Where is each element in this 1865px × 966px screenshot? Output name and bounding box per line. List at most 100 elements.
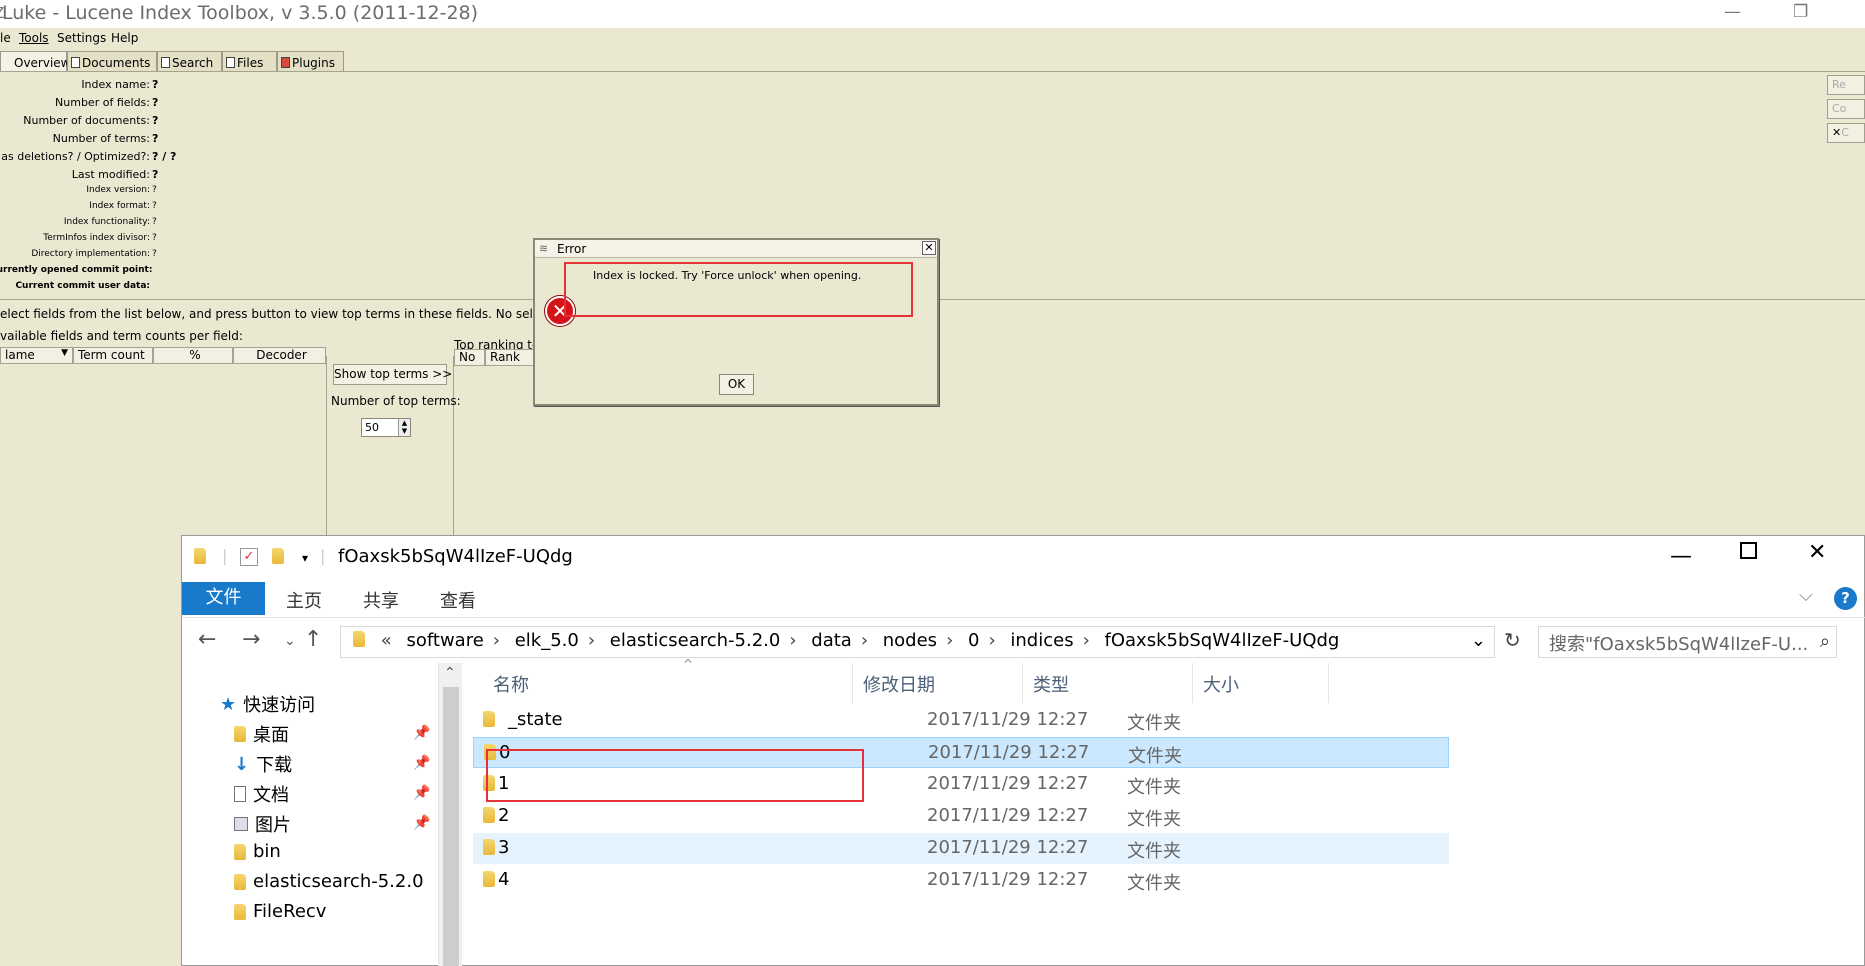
chevron-right-icon[interactable]: › [946,630,953,651]
minimize-button[interactable]: — [1670,544,1692,569]
tab-files[interactable]: Files [222,51,277,71]
chevron-right-icon[interactable]: › [1083,630,1090,651]
menu-settings[interactable]: Settings [57,31,106,45]
breadcrumb-item[interactable]: fOaxsk5bSqW4lIzeF-UQdg [1105,630,1340,651]
pin-icon[interactable]: 📌 [413,785,430,801]
ribbon-tab-file[interactable]: 文件 [182,582,265,615]
file-row[interactable]: 3 2017/11/29 12:27 文件夹 [473,833,1449,864]
nav-item-label: elasticsearch-5.2.0 [253,871,424,892]
column-size[interactable]: 大小 [1193,663,1329,703]
forward-button[interactable]: → [242,627,260,652]
files-icon [226,57,235,68]
folder-icon [483,871,495,892]
file-row[interactable]: _state 2017/11/29 12:27 文件夹 [473,705,1449,736]
commit-button[interactable]: Co [1827,99,1865,119]
menu-tools[interactable]: Tools [19,31,49,45]
maximize-button[interactable] [1740,542,1757,559]
breadcrumb-item[interactable]: elasticsearch-5.2.0 [610,630,781,651]
menu-help[interactable]: Help [111,31,138,45]
ok-button[interactable]: OK [719,374,754,395]
chevron-right-icon[interactable]: › [493,630,500,651]
chevron-right-icon[interactable]: › [861,630,868,651]
num-top-terms-spinner[interactable]: 50 ▲ ▼ [361,418,411,437]
nav-desktop[interactable]: 桌面 [234,721,289,747]
chevron-right-icon[interactable]: › [789,630,796,651]
close-button[interactable]: ✕ [1808,540,1826,565]
column-term-count[interactable]: Term count [73,347,153,364]
close-icon[interactable]: ✕ [922,241,936,255]
search-icon[interactable]: ⌕ [1820,631,1830,652]
menu-file[interactable]: le [0,31,11,45]
ribbon-tab-share[interactable]: 共享 [363,587,399,613]
info-row-commit-point: Currently opened commit point: [0,265,200,279]
ribbon-expand-icon[interactable]: ⌵ [1799,585,1813,606]
scroll-up-icon[interactable]: ⌃ [444,665,456,681]
column-name[interactable]: lame ▼ [0,347,73,364]
breadcrumb-item[interactable]: indices [1010,630,1073,651]
ribbon-tab-view[interactable]: 查看 [440,587,476,613]
show-top-terms-button[interactable]: Show top terms >> [333,364,452,385]
help-icon[interactable]: ? [1834,587,1857,610]
scroll-thumb[interactable] [443,687,459,966]
nav-bin[interactable]: bin [234,841,281,862]
column-no[interactable]: No [454,349,485,366]
breadcrumb-overflow[interactable]: « [381,630,392,651]
column-decoder[interactable]: Decoder [233,347,326,364]
folder-icon [483,807,495,828]
column-date-modified[interactable]: 修改日期 [853,663,1023,703]
info-label: Index name: [81,78,150,91]
nav-elasticsearch[interactable]: elasticsearch-5.2.0 [234,871,424,892]
chevron-right-icon[interactable]: › [988,630,995,651]
nav-filerecv[interactable]: FileRecv [234,901,326,922]
reopen-button[interactable]: Re [1827,75,1865,95]
column-name[interactable]: 名称 [483,663,853,703]
tab-documents[interactable]: Documents [67,51,157,71]
column-percent[interactable]: % [153,347,233,364]
nav-quick-access[interactable]: ★ 快速访问 [220,691,315,717]
refresh-icon[interactable]: ↻ [1504,628,1521,652]
desktop-icon [234,726,246,742]
column-percent-label: % [189,348,201,362]
file-date: 2017/11/29 12:27 [928,742,1090,763]
breadcrumb-item[interactable]: software [406,630,483,651]
folder-icon [483,711,495,732]
up-button[interactable]: ↑ [304,627,322,652]
pin-icon[interactable]: 📌 [413,815,430,831]
recent-locations-icon[interactable]: ⌄ [284,633,296,649]
chevron-down-icon[interactable]: ⌄ [1471,630,1486,651]
chevron-right-icon[interactable]: › [588,630,595,651]
breadcrumb-item[interactable]: 0 [968,630,979,651]
column-type-label: 类型 [1033,675,1069,696]
breadcrumb-item[interactable]: nodes [883,630,937,651]
file-row[interactable]: 2 2017/11/29 12:27 文件夹 [473,801,1449,832]
pictures-icon [234,817,248,831]
tab-overview[interactable]: Overview [0,51,71,72]
breadcrumb-item[interactable]: elk_5.0 [515,630,579,651]
tab-overview-label: Overview [14,56,71,70]
tab-search[interactable]: Search [157,51,222,71]
file-row[interactable]: 4 2017/11/29 12:27 文件夹 [473,865,1449,896]
breadcrumb-item[interactable]: data [811,630,852,651]
nav-scrollbar[interactable]: ⌃ [438,663,462,966]
close-index-button[interactable]: ✕C [1827,123,1865,143]
luke-restore-button[interactable]: ❐ [1793,2,1808,22]
properties-icon[interactable]: ✓ [240,548,258,566]
back-button[interactable]: ← [198,627,216,652]
info-value: ? [152,78,159,91]
new-folder-icon[interactable] [272,548,284,568]
address-bar[interactable]: « software › elk_5.0 › elasticsearch-5.2.0… [340,626,1495,658]
spinner-arrows-icon[interactable]: ▲ ▼ [398,419,410,436]
ribbon-tab-home[interactable]: 主页 [286,587,322,613]
pin-icon[interactable]: 📌 [413,725,430,741]
tab-plugins[interactable]: Plugins [277,51,344,71]
search-icon [161,57,170,68]
nav-documents[interactable]: 文档 [234,781,289,807]
nav-pictures[interactable]: 图片 [234,811,291,837]
search-input[interactable]: 搜索"fOaxsk5bSqW4lIzeF-U... ⌕ [1538,626,1837,658]
column-type[interactable]: 类型 [1023,663,1193,703]
close-index-label: C [1841,126,1849,139]
pin-icon[interactable]: 📌 [413,755,430,771]
luke-minimize-button[interactable]: — [1724,2,1741,22]
nav-downloads[interactable]: ↓ 下载 [234,751,292,777]
qat-dropdown-icon[interactable]: ▾ [302,551,308,565]
